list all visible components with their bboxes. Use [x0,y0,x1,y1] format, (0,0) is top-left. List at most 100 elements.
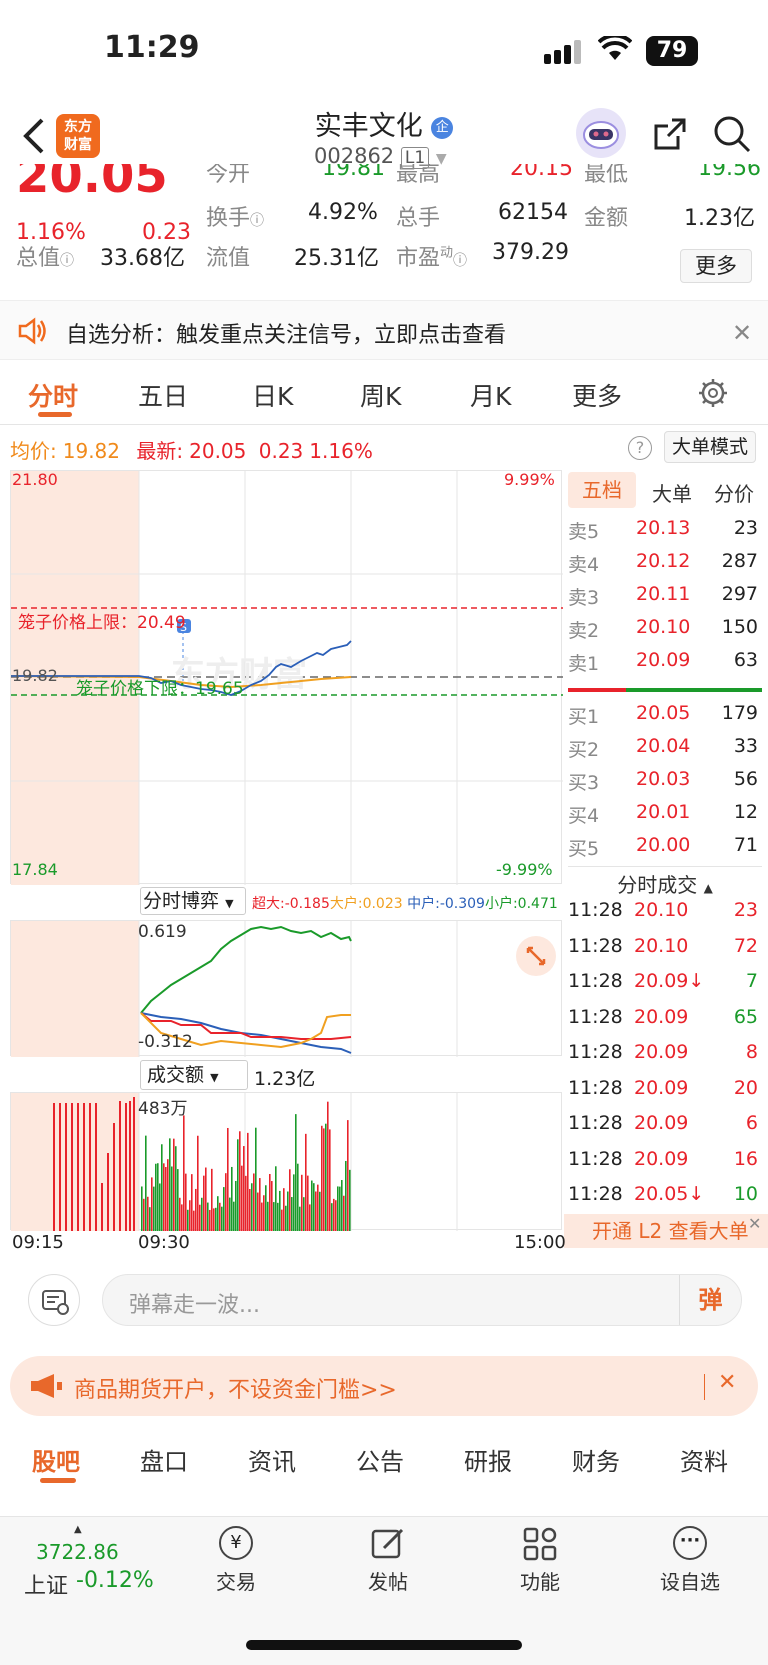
turnover-value: 4.92% [308,200,378,225]
game-indicator-select[interactable]: 分时博弈 ▼ [140,887,246,915]
index-ticker[interactable]: ▲ 3722.86 上证 -0.12% [24,1524,164,1604]
caret-up-icon: ▲ [74,1524,82,1535]
volume-bar [301,1174,303,1231]
nav-add-watchlist[interactable]: ··· 设自选 [652,1526,728,1595]
stock-name: 实丰文化 [314,111,423,142]
volume-bar [281,1209,283,1231]
quote-panel: 20.05 1.16% 0.23 总值ⓘ 33.68亿 今开 19.81 换手ⓘ… [0,164,768,294]
orderbook-tab-5level[interactable]: 五档 [568,472,636,508]
volume-bar [239,1131,241,1231]
volume-bar [291,1197,293,1231]
volume-bar [201,1197,203,1231]
trade-row: 11:28 20.09 20 [568,1077,758,1099]
tab-pankou[interactable]: 盘口 [140,1442,188,1477]
volume-bar [327,1101,329,1231]
nav-functions[interactable]: 功能 [510,1526,570,1595]
help-icon[interactable]: ? [628,436,652,460]
nav-trade-label: 交易 [216,1570,256,1594]
game-chart[interactable] [10,920,562,1057]
volume-bar [329,1129,331,1231]
robot-avatar[interactable] [576,108,626,158]
volume-bar [193,1210,195,1231]
l2-upgrade-banner[interactable]: 开通 L2 查看大单 [564,1214,768,1248]
tab-announcement[interactable]: 公告 [356,1442,404,1477]
orderbook-tab-bigorder[interactable]: 大单 [644,478,700,507]
trade-row: 11:28 20.09 8 [568,1041,758,1063]
volume-bar [321,1125,323,1231]
ask-row-1: 卖1 20.09 63 [568,649,758,675]
trade-row: 11:28 20.10 72 [568,935,758,957]
tab-weekly[interactable]: 周K [360,377,401,413]
volume-bar [165,1167,167,1231]
volume-indicator-select[interactable]: 成交额 ▼ [140,1060,248,1090]
volume-bar [347,1120,349,1231]
volume-bar [231,1166,233,1231]
volume-bar [177,1169,179,1231]
tab-intraday[interactable]: 分时 [28,377,78,413]
promo-banner[interactable]: 商品期货开户，不设资金门槛>> ✕ [10,1356,758,1416]
volume-bar [141,1186,143,1231]
gear-icon[interactable] [698,378,728,408]
nav-post[interactable]: 发帖 [358,1526,418,1595]
promo-text: 商品期货开户，不设资金门槛>> [74,1378,397,1403]
close-icon[interactable]: ✕ [732,319,752,347]
chart-ymin: 17.84 [12,860,58,879]
chart-ref-price: 19.82 [12,666,58,685]
danmu-input[interactable]: 弹幕走一波... 弹 [102,1274,742,1326]
volume-total: 1.23亿 [254,1068,316,1090]
open-label: 今开 [206,164,251,187]
lower-limit-label: 笼子价格下限：19.65 [76,679,244,699]
volume-bar [307,1175,309,1231]
tab-finance[interactable]: 财务 [572,1442,620,1477]
bid-row-1: 买1 20.05 179 [568,702,758,728]
volume-bar [95,1103,97,1231]
tab-more[interactable]: 更多 [572,377,622,413]
volume-bar [267,1201,269,1231]
volume-label: 总手 [396,206,441,231]
index-change: -0.12% [76,1568,154,1593]
trades-title[interactable]: 分时成交 ▲ [568,866,762,898]
volume-bar [345,1160,347,1231]
divider [0,424,768,425]
volume-bar [175,1146,177,1231]
tab-profile[interactable]: 资料 [680,1442,728,1477]
volume-bar [273,1202,275,1231]
expand-icon[interactable] [516,936,556,976]
volume-chart[interactable] [10,1092,562,1231]
volume-bar [337,1186,339,1231]
search-icon[interactable] [712,114,752,154]
nav-trade[interactable]: ¥ 交易 [206,1526,266,1595]
volume-bar [211,1168,213,1231]
danmu-send-button[interactable]: 弹 [679,1275,741,1325]
big-order-mode-button[interactable]: 大单模式 [664,431,756,463]
trade-row: 11:28 20.09 16 [568,1148,758,1170]
tab-news[interactable]: 资讯 [248,1442,296,1477]
tab-monthly[interactable]: 月K [470,377,511,413]
volume-bar [191,1174,193,1231]
volume-max-label: 483万 [138,1099,188,1119]
volume-bar [313,1183,315,1231]
volume-bar [71,1103,73,1231]
tab-research[interactable]: 研报 [464,1442,512,1477]
orderbook-tab-byprice[interactable]: 分价 [706,478,762,507]
close-icon[interactable]: ✕ [718,1370,736,1395]
float-value: 25.31亿 [294,246,379,271]
close-icon[interactable]: ✕ [748,1214,761,1233]
volume-bar [295,1114,297,1231]
volume-bar [277,1202,279,1231]
volume-bar [187,1209,189,1231]
more-button[interactable]: 更多 [680,249,752,283]
share-icon[interactable] [652,116,688,152]
volume-bar [219,1202,221,1231]
volume-bar [265,1185,267,1231]
notice-bar[interactable]: 自选分析：触发重点关注信号，立即点击查看 ✕ [0,300,768,360]
danmu-settings-icon[interactable] [28,1274,80,1326]
volume-bar [223,1187,225,1231]
volume-bar [169,1138,171,1231]
edit-icon [358,1526,418,1562]
bid-row-4: 买4 20.01 12 [568,801,758,827]
tab-guba[interactable]: 股吧 [32,1442,80,1477]
battery-indicator: 79 [646,36,698,66]
tab-daily[interactable]: 日K [252,377,293,413]
tab-5day[interactable]: 五日 [138,377,188,413]
